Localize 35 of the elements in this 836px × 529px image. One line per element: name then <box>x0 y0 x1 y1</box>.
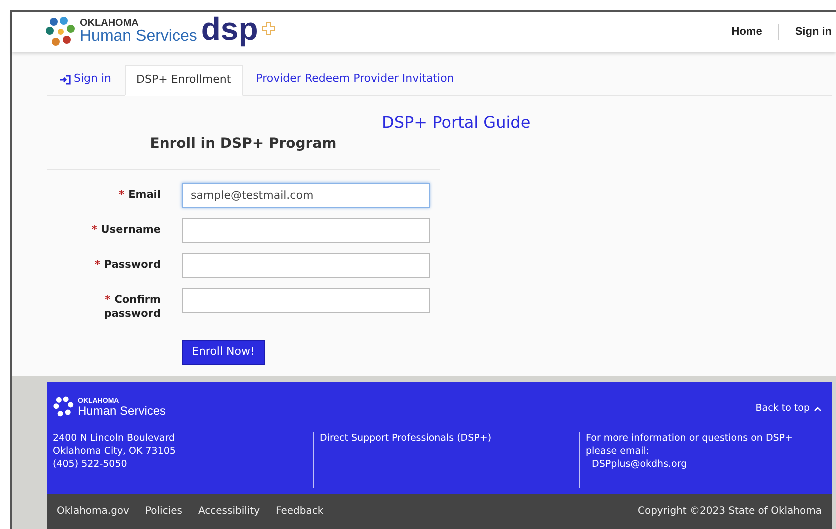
footer-link[interactable]: Accessibility <box>198 504 260 519</box>
footer-link[interactable]: Oklahoma.gov <box>57 504 130 519</box>
input-field[interactable] <box>182 288 430 313</box>
address-line: Oklahoma City, OK 73105 <box>53 445 177 458</box>
field-label: * Password <box>94 258 161 272</box>
back-to-top-link[interactable]: Back to top <box>756 402 822 416</box>
chevron-up-icon <box>814 406 822 412</box>
plus-icon <box>262 22 276 36</box>
logo-title: Human Services <box>78 404 166 416</box>
copyright-text: Copyright ©2023 State of Oklahoma <box>638 504 822 519</box>
field-label: * Email <box>118 188 161 202</box>
tab[interactable]: Sign in <box>47 64 125 95</box>
email-link[interactable]: DSPplus@okdhs.org <box>592 458 819 471</box>
contact-text: For more information or questions on DSP+ please email: <box>586 432 794 458</box>
program-name: Direct Support Professionals (DSP+) <box>320 433 492 444</box>
input-field[interactable] <box>182 218 430 243</box>
enroll-button[interactable]: Enroll Now! <box>182 340 265 365</box>
footer-link[interactable]: Policies <box>145 504 182 519</box>
footer-link[interactable]: Feedback <box>276 504 324 519</box>
field-label: * Username <box>90 223 161 237</box>
input-field[interactable] <box>182 253 430 278</box>
dsp-logo-text: dsp <box>201 13 258 45</box>
tab[interactable]: DSP+ Enrollment <box>124 65 244 96</box>
portal-guide-link[interactable]: DSP+ Portal Guide <box>382 111 531 131</box>
address-line: 2400 N Lincoln Boulevard <box>53 432 176 445</box>
input-field[interactable]: sample@testmail.com <box>182 183 430 208</box>
logo-title: Human Services <box>80 29 198 45</box>
tab[interactable]: Provider Redeem Provider Invitation <box>243 64 468 95</box>
nav-link[interactable]: Sign in <box>778 24 832 40</box>
nav-link[interactable]: Home <box>732 24 762 40</box>
sign-in-icon <box>60 74 71 84</box>
address-line: (405) 522-5050 <box>53 458 128 471</box>
form-title: Enroll in DSP+ Program <box>47 134 440 170</box>
logo-subtitle: OKLAHOMA <box>80 19 140 29</box>
field-label: * Confirm password <box>103 293 161 321</box>
